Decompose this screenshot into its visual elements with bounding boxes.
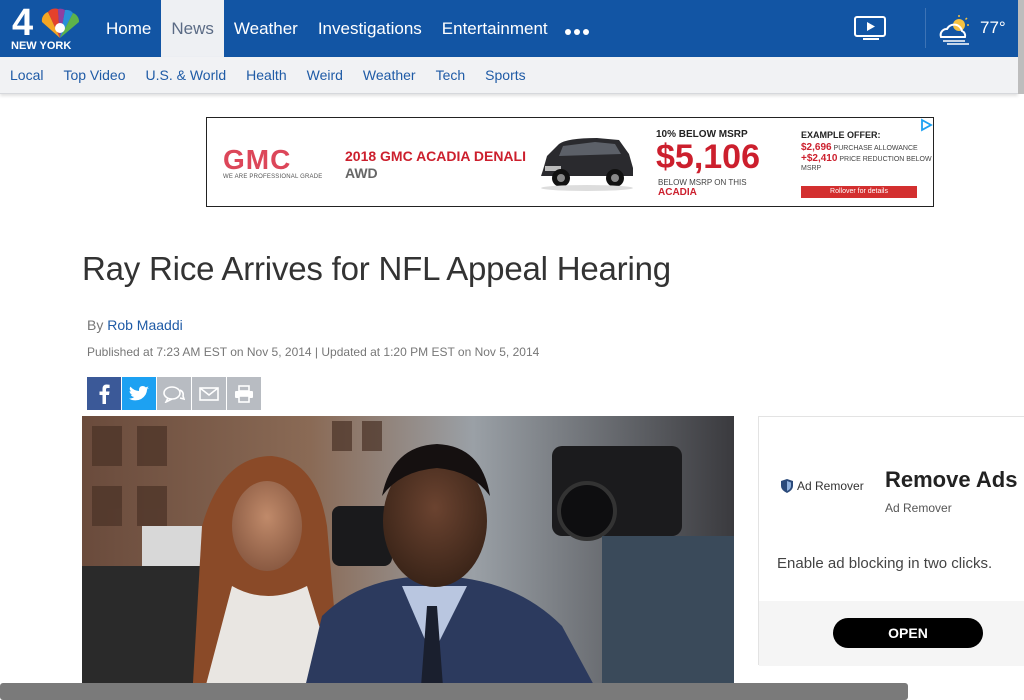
email-button[interactable] xyxy=(192,377,226,410)
logo-number: 4 xyxy=(12,2,33,44)
vertical-scrollbar[interactable] xyxy=(1018,0,1024,94)
twitter-share-button[interactable] xyxy=(122,377,156,410)
byline: By Rob Maaddi xyxy=(87,317,183,333)
ad-remover-title: Remove Ads xyxy=(885,467,1018,492)
subnav-item-local[interactable]: Local xyxy=(0,57,53,94)
subnav-item-health[interactable]: Health xyxy=(236,57,296,94)
subnav-item-tech[interactable]: Tech xyxy=(426,57,476,94)
temperature[interactable]: 77° xyxy=(980,18,1006,38)
price-model: ACADIA xyxy=(658,187,697,198)
nav-item-weather[interactable]: Weather xyxy=(224,0,308,57)
nbc4-logo[interactable]: 4 NEW YORK xyxy=(8,2,82,54)
comment-button[interactable] xyxy=(157,377,191,410)
twitter-icon xyxy=(129,385,149,400)
sub-nav: Local Top Video U.S. & World Health Weir… xyxy=(0,57,536,94)
subnav-item-weird[interactable]: Weird xyxy=(297,57,353,94)
byline-prefix: By xyxy=(87,317,108,333)
print-button[interactable] xyxy=(227,377,261,410)
ad-remover-ad[interactable]: Ad Remover Remove Ads Ad Remover Enable … xyxy=(758,416,1024,666)
peacock-icon xyxy=(41,8,80,38)
nav-divider xyxy=(925,8,926,48)
ad-model: 2018 GMC ACADIA DENALI xyxy=(345,148,526,164)
gmc-logo: GMC xyxy=(223,144,292,175)
more-dots-icon[interactable] xyxy=(565,20,589,43)
sub-nav-bar: Local Top Video U.S. & World Health Weir… xyxy=(0,57,1018,94)
facebook-icon xyxy=(99,384,110,404)
scrollbar-thumb[interactable] xyxy=(1018,0,1024,94)
subnav-item-sports[interactable]: Sports xyxy=(475,57,535,94)
nav-item-investigations[interactable]: Investigations xyxy=(308,0,432,57)
offer-line-2: +$2,410 PRICE REDUCTION BELOW xyxy=(801,153,932,164)
nav-item-entertainment[interactable]: Entertainment xyxy=(432,0,558,57)
print-icon xyxy=(235,384,253,403)
subnav-item-weather[interactable]: Weather xyxy=(353,57,426,94)
horizontal-scrollbar[interactable] xyxy=(0,683,908,700)
partly-cloudy-icon[interactable] xyxy=(935,15,975,50)
ad-remover-brand-text: Ad Remover xyxy=(797,479,864,493)
offer-line-1: $2,696 PURCHASE ALLOWANCE xyxy=(801,142,918,153)
author-link[interactable]: Rob Maaddi xyxy=(107,317,183,333)
nav-item-home[interactable]: Home xyxy=(96,0,161,57)
subnav-item-us-world[interactable]: U.S. & World xyxy=(135,57,236,94)
ad-price: $5,106 xyxy=(656,138,760,176)
offer-header: EXAMPLE OFFER: xyxy=(801,130,881,140)
open-button[interactable]: OPEN xyxy=(833,618,983,648)
gmc-ad-banner[interactable]: GMC WE ARE PROFESSIONAL GRADE 2018 GMC A… xyxy=(206,117,934,207)
article-headline: Ray Rice Arrives for NFL Appeal Hearing xyxy=(82,250,671,287)
offer-line-3: MSRP xyxy=(801,165,822,172)
nav-item-news[interactable]: News xyxy=(161,0,224,57)
video-play-icon[interactable] xyxy=(853,15,889,46)
offer-details-button[interactable]: Rollover for details xyxy=(801,186,917,198)
subnav-item-top-video[interactable]: Top Video xyxy=(53,57,135,94)
gmc-tagline: WE ARE PROFESSIONAL GRADE xyxy=(223,174,323,180)
price-note: BELOW MSRP ON THIS xyxy=(658,178,747,187)
publish-date: Published at 7:23 AM EST on Nov 5, 2014 … xyxy=(87,345,540,359)
main-nav: Home News Weather Investigations Enterta… xyxy=(96,0,558,57)
email-icon xyxy=(199,386,219,401)
shield-icon xyxy=(781,479,793,493)
ad-remover-brand: Ad Remover xyxy=(781,479,864,493)
adchoices-icon[interactable] xyxy=(918,118,934,132)
top-nav-bar: 4 NEW YORK Home News Weather Investigati… xyxy=(0,0,1018,57)
ad-remover-subtitle: Ad Remover xyxy=(885,501,952,515)
ad-remover-description: Enable ad blocking in two clicks. xyxy=(777,555,993,572)
share-bar xyxy=(87,377,261,410)
article-photo[interactable] xyxy=(82,416,734,700)
suv-image xyxy=(541,138,633,191)
comment-icon xyxy=(163,385,185,403)
facebook-share-button[interactable] xyxy=(87,377,121,410)
logo-city: NEW YORK xyxy=(11,40,72,52)
ad-trim: AWD xyxy=(345,165,378,181)
